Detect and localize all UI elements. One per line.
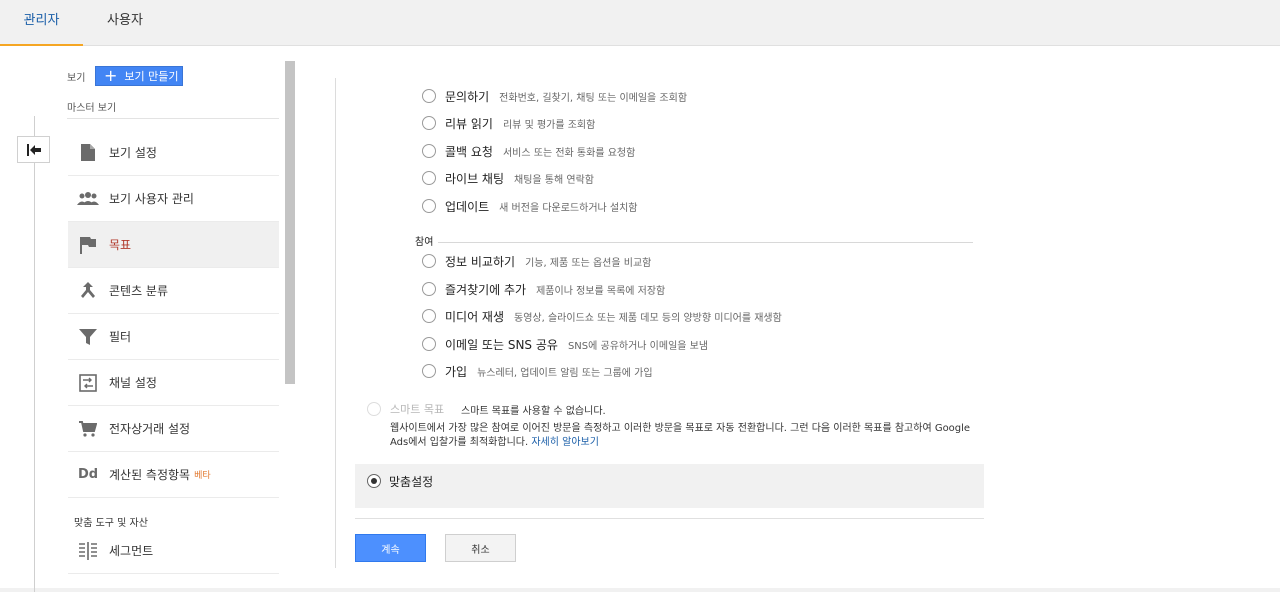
goal-option-desc: 서비스 또는 전화 통화를 요청함 bbox=[502, 147, 636, 159]
goal-option-live-chat[interactable]: 라이브 채팅 채팅을 통해 연락함 bbox=[422, 168, 594, 188]
radio-button-selected[interactable] bbox=[367, 474, 381, 488]
plus-icon: + bbox=[104, 66, 118, 85]
sidebar-item-label: 콘텐츠 분류 bbox=[109, 284, 169, 298]
back-button[interactable] bbox=[17, 136, 50, 163]
goal-option-share[interactable]: 이메일 또는 SNS 공유 SNS에 공유하거나 이메일을 보냄 bbox=[422, 334, 708, 354]
radio-button[interactable] bbox=[422, 254, 436, 268]
goal-option-desc: 리뷰 및 평가를 조회함 bbox=[502, 119, 596, 131]
sidebar-item-channel-settings[interactable]: 채널 설정 bbox=[68, 360, 279, 406]
sidebar-divider bbox=[67, 118, 279, 119]
merge-icon bbox=[68, 281, 108, 300]
tab-user[interactable]: 사용자 bbox=[95, 0, 155, 46]
sidebar-item-filters[interactable]: 필터 bbox=[68, 314, 279, 360]
goal-option-custom[interactable]: 맞춤설정 bbox=[355, 464, 984, 508]
sidebar-item-label: 목표 bbox=[109, 238, 132, 252]
radio-button[interactable] bbox=[422, 309, 436, 323]
create-view-label: 보기 만들기 bbox=[124, 70, 179, 83]
flag-icon bbox=[68, 236, 108, 254]
goal-option-name: 업데이트 bbox=[445, 199, 490, 214]
smart-goal-desc-text: 웹사이트에서 가장 많은 참여로 이어진 방문을 측정하고 이러한 방문을 목표… bbox=[390, 423, 971, 448]
cancel-button[interactable]: 취소 bbox=[445, 534, 516, 562]
top-tab-bar: 관리자 사용자 bbox=[0, 0, 1280, 46]
view-label: 보기 bbox=[67, 73, 86, 84]
goal-option-media-play[interactable]: 미디어 재생 동영상, 슬라이드쇼 또는 제품 데모 등의 양방향 미디어를 재… bbox=[422, 306, 782, 326]
goal-option-desc: 제품이나 정보를 목록에 저장함 bbox=[536, 285, 666, 297]
sidebar-item-label: 세그먼트 bbox=[109, 544, 154, 558]
goal-option-add-favorites[interactable]: 즐겨찾기에 추가 제품이나 정보를 목록에 저장함 bbox=[422, 279, 665, 299]
sidebar-item-label: 보기 사용자 관리 bbox=[109, 192, 194, 206]
radio-button[interactable] bbox=[422, 171, 436, 185]
goal-option-name: 가입 bbox=[445, 364, 468, 379]
learn-more-link[interactable]: 자세히 알아보기 bbox=[531, 437, 599, 448]
radio-button[interactable] bbox=[422, 337, 436, 351]
create-view-button[interactable]: + 보기 만들기 bbox=[95, 66, 183, 86]
document-icon bbox=[68, 144, 108, 161]
goal-option-name: 문의하기 bbox=[445, 89, 490, 104]
sidebar-item-view-user-management[interactable]: 보기 사용자 관리 bbox=[68, 176, 279, 222]
sidebar-item-goals[interactable]: 목표 bbox=[68, 222, 279, 268]
rail-line bbox=[34, 116, 35, 592]
sidebar-item-calculated-metrics[interactable]: Dd 계산된 측정항목 베타 bbox=[68, 452, 279, 498]
radio-button[interactable] bbox=[422, 364, 436, 378]
master-view-label: 마스터 보기 bbox=[67, 103, 117, 114]
goal-option-name: 즐겨찾기에 추가 bbox=[445, 282, 527, 297]
goal-option-desc: 전화번호, 길찾기, 채팅 또는 이메일을 조회함 bbox=[499, 92, 688, 104]
smart-goal-unavailable-note: 스마트 목표를 사용할 수 없습니다. bbox=[461, 406, 606, 417]
channel-settings-icon bbox=[68, 373, 108, 392]
dd-icon: Dd bbox=[77, 467, 99, 482]
goal-option-update[interactable]: 업데이트 새 버전을 다운로드하거나 설치함 bbox=[422, 196, 638, 216]
sidebar-item-ecommerce-settings[interactable]: 전자상거래 설정 bbox=[68, 406, 279, 452]
sidebar-item-content-grouping[interactable]: 콘텐츠 분류 bbox=[68, 268, 279, 314]
goal-option-desc: 동영상, 슬라이드쇼 또는 제품 데모 등의 양방향 미디어를 재생함 bbox=[514, 312, 782, 324]
sidebar-item-label: 채널 설정 bbox=[109, 376, 157, 390]
goal-option-desc: 새 버전을 다운로드하거나 설치함 bbox=[499, 202, 638, 214]
goal-option-name: 라이브 채팅 bbox=[445, 171, 505, 186]
sidebar-item-segments[interactable]: 세그먼트 bbox=[68, 528, 279, 574]
goal-option-name: 콜백 요청 bbox=[445, 144, 493, 159]
sidebar-item-view-settings[interactable]: 보기 설정 bbox=[68, 130, 279, 176]
actions-divider bbox=[355, 518, 984, 519]
filter-icon bbox=[68, 328, 108, 345]
radio-button[interactable] bbox=[422, 199, 436, 213]
goal-option-desc: 기능, 제품 또는 옵션을 비교함 bbox=[525, 257, 652, 269]
goal-option-callback-request[interactable]: 콜백 요청 서비스 또는 전화 통화를 요청함 bbox=[422, 141, 635, 161]
smart-goal-description: 웹사이트에서 가장 많은 참여로 이어진 방문을 측정하고 이러한 방문을 목표… bbox=[390, 422, 980, 450]
continue-button[interactable]: 계속 bbox=[355, 534, 426, 562]
tab-admin[interactable]: 관리자 bbox=[0, 0, 83, 46]
smart-goal-name: 스마트 목표 bbox=[390, 403, 445, 416]
goal-option-name: 리뷰 읽기 bbox=[445, 116, 493, 131]
sidebar-item-label: 전자상거래 설정 bbox=[109, 422, 191, 436]
goal-option-signup[interactable]: 가입 뉴스레터, 업데이트 알림 또는 그룹에 가입 bbox=[422, 361, 653, 381]
people-icon bbox=[68, 191, 108, 206]
goal-option-name: 이메일 또는 SNS 공유 bbox=[445, 337, 558, 352]
radio-button[interactable] bbox=[422, 116, 436, 130]
goal-option-name: 미디어 재생 bbox=[445, 309, 505, 324]
engagement-heading: 참여 bbox=[415, 237, 434, 248]
content-divider bbox=[335, 78, 336, 568]
goal-option-read-reviews[interactable]: 리뷰 읽기 리뷰 및 평가를 조회함 bbox=[422, 113, 595, 133]
sidebar-scrollbar[interactable] bbox=[285, 61, 295, 384]
segment-icon bbox=[68, 541, 108, 560]
sidebar-item-label: 보기 설정 bbox=[109, 146, 157, 160]
bottom-strip bbox=[0, 588, 1280, 592]
goal-option-compare[interactable]: 정보 비교하기 기능, 제품 또는 옵션을 비교함 bbox=[422, 251, 651, 271]
beta-badge: 베타 bbox=[194, 471, 211, 481]
goal-option-desc: 뉴스레터, 업데이트 알림 또는 그룹에 가입 bbox=[477, 367, 653, 379]
goal-option-desc: 채팅을 통해 연락함 bbox=[514, 174, 594, 186]
back-arrow-icon bbox=[26, 143, 41, 156]
goal-option-desc: SNS에 공유하거나 이메일을 보냄 bbox=[567, 340, 709, 352]
radio-button[interactable] bbox=[422, 89, 436, 103]
radio-button[interactable] bbox=[422, 144, 436, 158]
custom-goal-label: 맞춤설정 bbox=[389, 475, 434, 489]
cart-icon bbox=[68, 420, 108, 437]
smart-goal-radio-disabled bbox=[367, 402, 381, 416]
engagement-divider bbox=[438, 242, 973, 243]
sidebar-item-label: 필터 bbox=[109, 330, 132, 344]
goal-option-name: 정보 비교하기 bbox=[445, 254, 516, 269]
custom-tools-heading: 맞춤 도구 및 자산 bbox=[74, 518, 148, 529]
goal-option-contact[interactable]: 문의하기 전화번호, 길찾기, 채팅 또는 이메일을 조회함 bbox=[422, 86, 687, 106]
radio-button[interactable] bbox=[422, 282, 436, 296]
sidebar-item-label: 계산된 측정항목 bbox=[109, 468, 191, 482]
